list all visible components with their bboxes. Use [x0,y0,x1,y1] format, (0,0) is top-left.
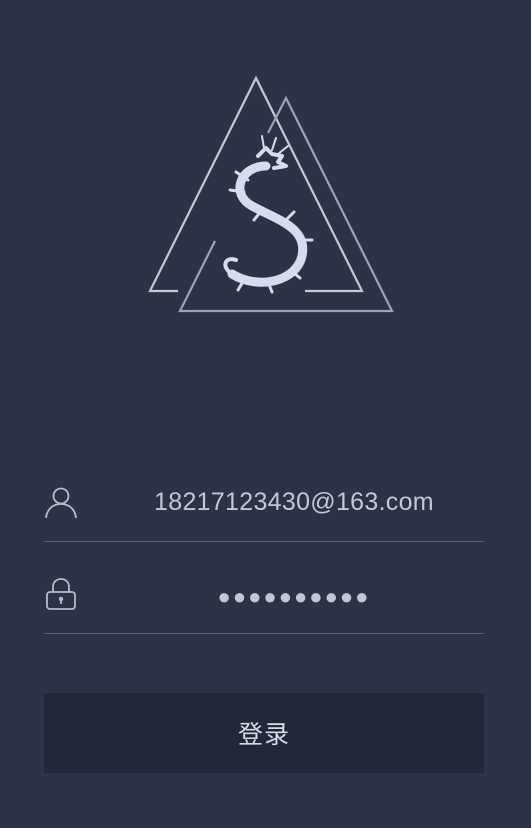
lock-icon [44,577,78,611]
password-field[interactable]: ●●●●●●●●●● [44,542,484,634]
username-field[interactable]: 18217123430@163.com [44,450,484,542]
app-logo [140,70,400,320]
password-input[interactable]: ●●●●●●●●●● [104,577,484,617]
username-input[interactable]: 18217123430@163.com [104,482,484,522]
login-button[interactable]: 登录 [44,693,484,773]
user-icon [44,485,78,519]
dragon-icon [223,135,314,294]
